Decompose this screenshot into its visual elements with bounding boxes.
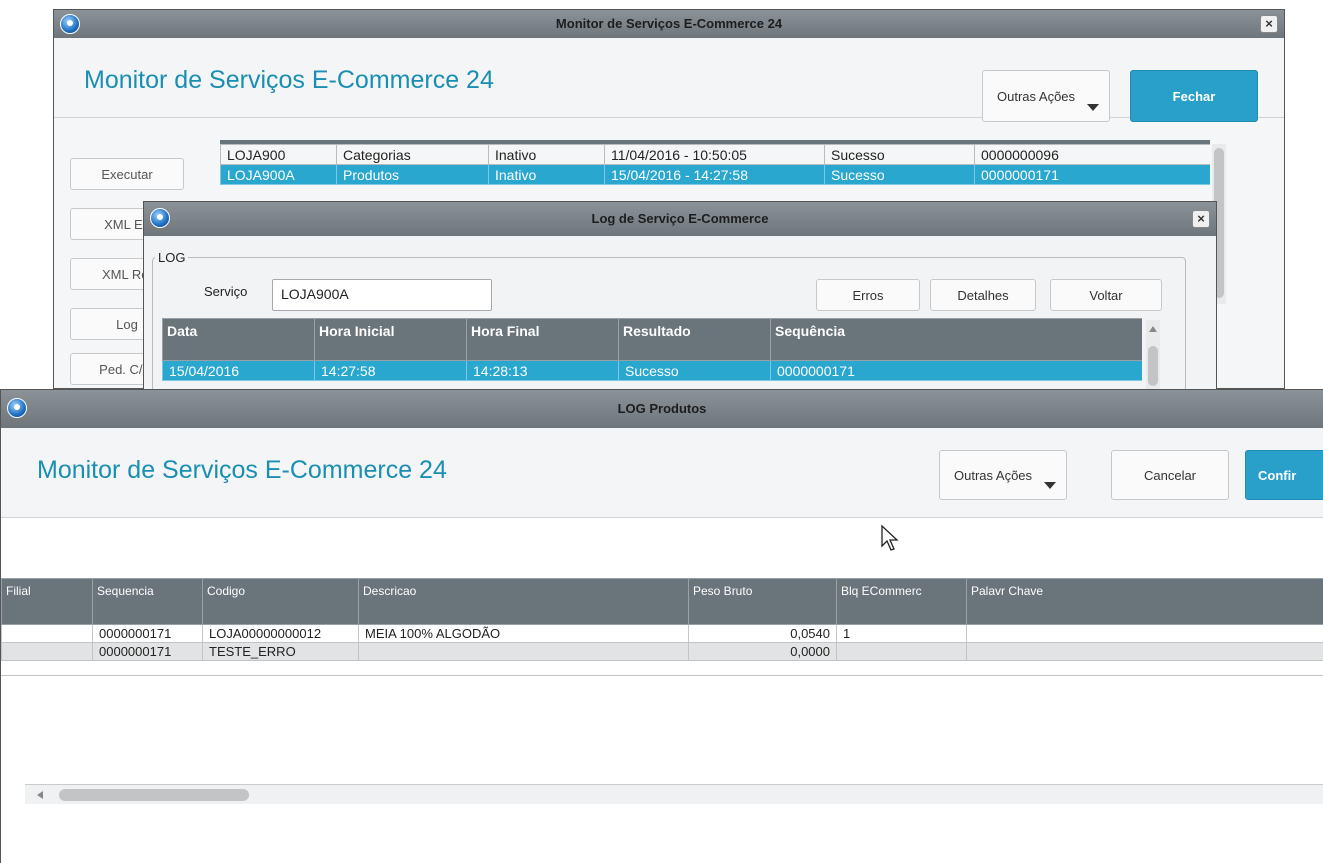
service-last-run-cell: 11/04/2016 - 10:50:05 [604,144,825,165]
monitor-close-icon[interactable]: × [1260,15,1278,33]
column-header-date[interactable]: Data [162,318,315,361]
service-sequence-cell: 0000000171 [974,164,1210,185]
column-header-branch[interactable]: Filial [1,578,93,625]
column-header-gross-weight[interactable]: Peso Bruto [688,578,837,625]
log-grid: Data Hora Inicial Hora Final Resultado S… [162,318,1142,388]
table-row[interactable]: LOJA900 Categorias Inativo 11/04/2016 - … [220,144,1210,165]
keyword-cell [966,642,1323,661]
service-sequence-cell: 0000000096 [974,144,1210,165]
service-code-cell: LOJA900 [220,144,337,165]
app-logo-icon [7,398,27,418]
confirm-button[interactable]: Confir [1245,450,1323,500]
service-result-cell: Sucesso [824,144,975,165]
block-ecommerce-cell: 1 [836,624,967,643]
log-products-header: Monitor de Serviços E-Commerce 24 Outras… [1,428,1323,518]
code-cell: TESTE_ERRO [202,642,359,661]
service-result-cell: Sucesso [824,164,975,185]
other-actions-button[interactable]: Outras Ações [982,70,1110,122]
log-group-label: LOG [158,250,186,265]
branch-cell [1,624,93,643]
back-button[interactable]: Voltar [1050,279,1162,311]
products-grid: Filial Sequencia Codigo Descricao Peso B… [1,578,1323,676]
app-logo-icon [60,14,80,34]
column-header-keyword[interactable]: Palavr Chave [966,578,1323,625]
log-end-cell: 14:28:13 [466,360,619,381]
gross-weight-cell: 0,0540 [688,624,837,643]
table-row-selected[interactable]: 15/04/2016 14:27:58 14:28:13 Sucesso 000… [162,360,1142,381]
log-window-title: Log de Serviço E-Commerce [591,211,769,226]
column-header-sequence[interactable]: Sequencia [92,578,203,625]
column-header-end-time[interactable]: Hora Final [466,318,619,361]
service-status-cell: Inativo [488,144,605,165]
log-title-bar[interactable]: Log de Serviço E-Commerce × [144,202,1216,236]
column-header-block-ecommerce[interactable]: Blq ECommerc [836,578,967,625]
column-header-description[interactable]: Descricao [358,578,689,625]
other-actions-label: Outras Ações [954,467,1033,483]
service-field[interactable]: LOJA900A [272,279,492,311]
mouse-pointer-icon [881,524,899,551]
service-code-cell: LOJA900A [220,164,337,185]
block-ecommerce-cell [836,642,967,661]
log-vertical-scrollbar[interactable] [1146,320,1160,390]
keyword-cell [966,624,1323,643]
log-start-cell: 14:27:58 [314,360,467,381]
monitor-title-bar[interactable]: Monitor de Serviços E-Commerce 24 × [54,10,1284,38]
log-close-icon[interactable]: × [1192,210,1210,228]
log-window: Log de Serviço E-Commerce × LOG Serviço … [143,201,1217,440]
log-products-title-bar[interactable]: LOG Produtos [1,390,1323,428]
log-products-app-title: Monitor de Serviços E-Commerce 24 [37,456,447,484]
scrollbar-thumb[interactable] [59,789,249,801]
sequence-cell: 0000000171 [92,642,203,661]
products-horizontal-scrollbar[interactable] [25,784,1323,804]
close-button[interactable]: Fechar [1130,70,1258,122]
errors-button[interactable]: Erros [816,279,920,311]
scroll-up-icon[interactable] [1149,326,1157,332]
services-grid: LOJA900 Categorias Inativo 11/04/2016 - … [220,140,1210,200]
table-row[interactable]: 0000000171 LOJA00000000012 MEIA 100% ALG… [1,624,1323,643]
log-result-cell: Sucesso [618,360,771,381]
monitor-window-title: Monitor de Serviços E-Commerce 24 [555,16,783,31]
service-name-cell: Categorias [336,144,489,165]
service-last-run-cell: 15/04/2016 - 14:27:58 [604,164,825,185]
branch-cell [1,642,93,661]
description-cell [358,642,689,661]
column-header-sequence[interactable]: Sequência [770,318,1142,361]
log-date-cell: 15/04/2016 [162,360,315,381]
confirm-label: Confir [1258,467,1297,483]
scrollbar-thumb[interactable] [1148,346,1158,386]
table-row-selected[interactable]: LOJA900A Produtos Inativo 15/04/2016 - 1… [220,164,1210,185]
other-actions-button[interactable]: Outras Ações [939,450,1067,500]
chevron-down-icon [1087,104,1099,111]
execute-button[interactable]: Executar [70,158,184,190]
description-cell: MEIA 100% ALGODÃO [358,624,689,643]
service-label: Serviço [204,284,248,299]
code-cell: LOJA00000000012 [202,624,359,643]
service-name-cell: Produtos [336,164,489,185]
column-header-code[interactable]: Codigo [202,578,359,625]
table-row[interactable]: 0000000171 TESTE_ERRO 0,0000 [1,642,1323,661]
other-actions-label: Outras Ações [997,88,1076,104]
scroll-left-icon[interactable] [37,791,43,799]
cancel-button[interactable]: Cancelar [1111,450,1229,500]
chevron-down-icon [1044,482,1056,489]
column-header-start-time[interactable]: Hora Inicial [314,318,467,361]
gross-weight-cell: 0,0000 [688,642,837,661]
app-logo-icon [150,208,170,228]
log-products-window-title: LOG Produtos [617,401,707,416]
monitor-app-title: Monitor de Serviços E-Commerce 24 [84,66,494,94]
column-header-result[interactable]: Resultado [618,318,771,361]
details-button[interactable]: Detalhes [930,279,1036,311]
service-status-cell: Inativo [488,164,605,185]
monitor-header: Monitor de Serviços E-Commerce 24 Outras… [54,38,1284,122]
sequence-cell: 0000000171 [92,624,203,643]
log-sequence-cell: 0000000171 [770,360,1142,381]
log-products-window: LOG Produtos Monitor de Serviços E-Comme… [0,389,1323,863]
